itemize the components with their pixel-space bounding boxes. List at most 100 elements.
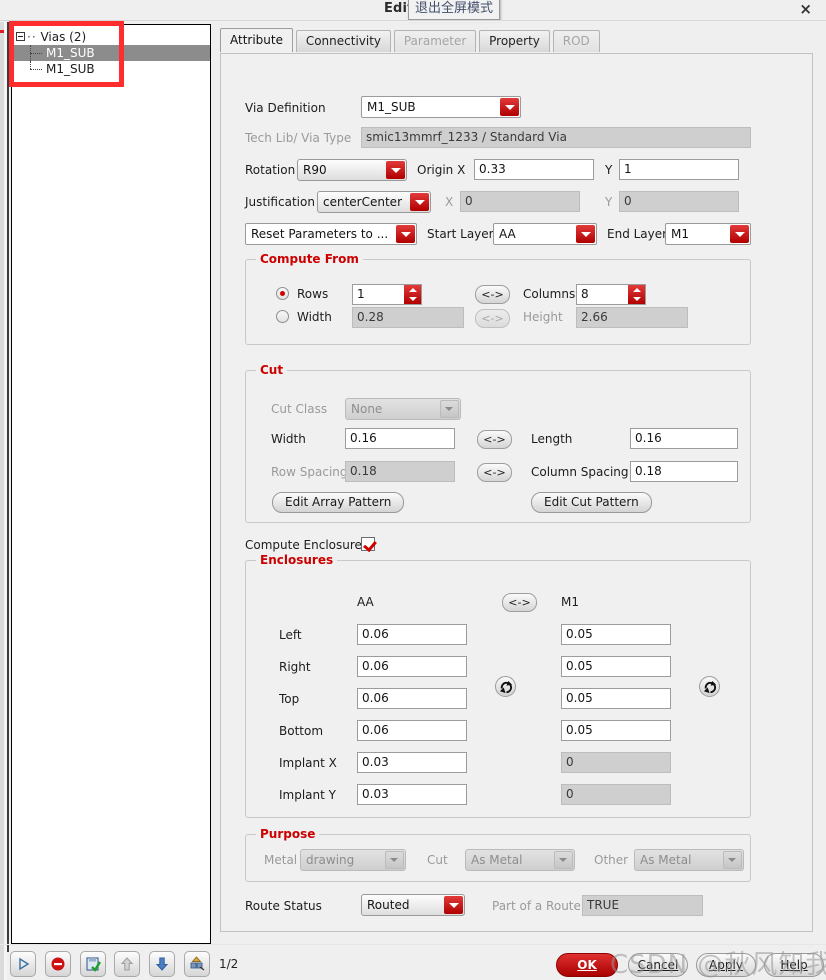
apply-button[interactable]: Apply (696, 953, 756, 977)
reset-parameters-combo[interactable]: Reset Parameters to ... (245, 223, 417, 245)
status-toolbar (10, 951, 215, 977)
tree-root-label: Vias (2) (40, 30, 87, 44)
help-button[interactable]: Help (764, 953, 824, 977)
origin-y-input[interactable]: 1 (619, 159, 739, 180)
arrow-down-icon (156, 957, 169, 971)
fullscreen-tooltip: 退出全屏模式 (408, 0, 501, 20)
enclosures-group: Enclosures AA <-> M1 Left 0.06 0.05 Righ… (245, 553, 751, 818)
purpose-group: Purpose Metal drawing Cut As Metal Other… (245, 827, 751, 882)
edit-cut-pattern-button[interactable]: Edit Cut Pattern (531, 492, 652, 513)
enclosure-left-aa-input[interactable]: 0.06 (357, 624, 467, 645)
part-of-route-value: TRUE (582, 895, 703, 916)
route-status-combo[interactable]: Routed (361, 894, 465, 916)
rows-radio[interactable] (276, 287, 289, 300)
chevron-down-icon[interactable] (386, 161, 405, 179)
enclosure-right-aa-input[interactable]: 0.06 (357, 656, 467, 677)
tab-attribute[interactable]: Attribute (220, 28, 293, 52)
tree-branch-icon (30, 61, 44, 77)
tree-top-spacer (12, 25, 210, 28)
cut-length-input[interactable]: 0.16 (630, 428, 738, 449)
tab-connectivity[interactable]: Connectivity (295, 30, 392, 52)
play-button[interactable] (10, 951, 36, 977)
cancel-button-label: Cancel (637, 958, 679, 972)
tree-root-row[interactable]: ·· Vias (2) (12, 29, 210, 45)
chevron-down-icon[interactable] (410, 193, 429, 211)
end-layer-label: End Layer (607, 227, 668, 241)
tab-bar: Attribute Connectivity Parameter Propert… (220, 28, 600, 52)
enclosures-swap-button[interactable]: <-> (502, 593, 537, 612)
row-column-spacing-swap-button[interactable]: <-> (477, 463, 512, 482)
tab-rod: ROD (552, 30, 600, 52)
enclosure-bottom-aa-input[interactable]: 0.06 (357, 720, 467, 741)
settings-button[interactable] (184, 951, 211, 977)
enclosure-row-label: Implant Y (279, 788, 336, 802)
chevron-down-icon[interactable] (444, 896, 463, 914)
purpose-metal-combo: drawing (300, 849, 406, 871)
purpose-other-label: Other (594, 853, 629, 867)
cut-title: Cut (256, 363, 288, 377)
collapse-icon[interactable] (16, 32, 25, 41)
stop-button[interactable] (44, 951, 71, 977)
tree-item-label: M1_SUB (46, 62, 95, 76)
via-definition-value: M1_SUB (367, 100, 416, 114)
tree-item-m1-sub-2[interactable]: M1_SUB (12, 61, 210, 77)
enclosures-aa-rotate-button[interactable] (495, 676, 516, 697)
origin-x-input[interactable]: 0.33 (474, 159, 594, 180)
move-down-button[interactable] (149, 951, 176, 977)
tech-lib-label: Tech Lib/ Via Type (245, 131, 352, 145)
enclosure-implant-y-aa-input[interactable]: 0.03 (357, 784, 467, 805)
title-bar: Edit Via 退出全屏模式 × (0, 0, 826, 21)
cut-class-label: Cut Class (271, 402, 328, 416)
enclosure-right-m1-input[interactable]: 0.05 (561, 656, 671, 677)
origin-x-label: Origin X (417, 163, 466, 177)
vias-tree-panel[interactable]: ·· Vias (2) M1_SUB M1_SUB (11, 24, 211, 944)
purpose-other-combo: As Metal (634, 849, 744, 871)
via-definition-combo[interactable]: M1_SUB (361, 96, 521, 118)
compute-enclosures-checkbox[interactable] (361, 537, 375, 551)
chevron-down-icon[interactable] (576, 225, 595, 243)
end-layer-value: M1 (671, 227, 689, 241)
enclosure-implant-x-aa-input[interactable]: 0.03 (357, 752, 467, 773)
edit-via-dialog: Edit Via 退出全屏模式 × ·· Vias (2) M1_SUB M1_… (0, 0, 826, 980)
save-check-button[interactable] (79, 951, 106, 977)
start-layer-combo[interactable]: AA (493, 223, 597, 245)
edit-array-pattern-button[interactable]: Edit Array Pattern (272, 492, 405, 513)
chevron-down-icon[interactable] (500, 98, 519, 116)
tree-item-m1-sub-1[interactable]: M1_SUB (12, 45, 210, 61)
enclosure-row-label: Right (279, 660, 311, 674)
cancel-button[interactable]: Cancel (628, 953, 688, 977)
compute-width-value: 0.28 (352, 307, 464, 328)
enclosures-m1-rotate-button[interactable] (699, 676, 720, 697)
enclosure-top-m1-input[interactable]: 0.05 (561, 688, 671, 709)
rows-spin-buttons[interactable] (404, 285, 421, 304)
tab-property[interactable]: Property (479, 30, 550, 52)
end-layer-combo[interactable]: M1 (665, 223, 751, 245)
rows-label: Rows (297, 287, 329, 301)
column-spacing-input[interactable]: 0.18 (630, 461, 738, 482)
route-status-label: Route Status (245, 899, 322, 913)
save-check-icon (86, 957, 101, 972)
rows-columns-swap-button[interactable]: <-> (475, 285, 510, 304)
justification-combo[interactable]: centerCenter (317, 191, 431, 213)
rotation-combo[interactable]: R90 (297, 159, 407, 181)
enclosure-left-m1-input[interactable]: 0.05 (561, 624, 671, 645)
cut-width-length-swap-button[interactable]: <-> (477, 430, 512, 449)
compute-from-title: Compute From (256, 252, 363, 266)
apply-button-label: Apply (709, 958, 743, 972)
chevron-down-icon[interactable] (396, 225, 415, 243)
width-radio[interactable] (276, 310, 289, 323)
enclosure-top-aa-input[interactable]: 0.06 (357, 688, 467, 709)
cut-width-input[interactable]: 0.16 (345, 428, 455, 449)
chevron-down-icon[interactable] (730, 225, 749, 243)
tree-branch-icon (30, 45, 44, 61)
justification-y-value: 0 (619, 191, 739, 212)
ok-button-label: OK (577, 958, 597, 972)
ok-button[interactable]: OK (556, 953, 618, 977)
columns-spin-buttons[interactable] (628, 285, 645, 304)
enclosure-bottom-m1-input[interactable]: 0.05 (561, 720, 671, 741)
enclosures-title: Enclosures (256, 553, 338, 567)
close-icon[interactable]: × (799, 1, 812, 17)
left-edge-divider (7, 22, 9, 952)
enclosures-col-aa-header: AA (357, 595, 374, 609)
cut-class-value: None (351, 402, 383, 416)
